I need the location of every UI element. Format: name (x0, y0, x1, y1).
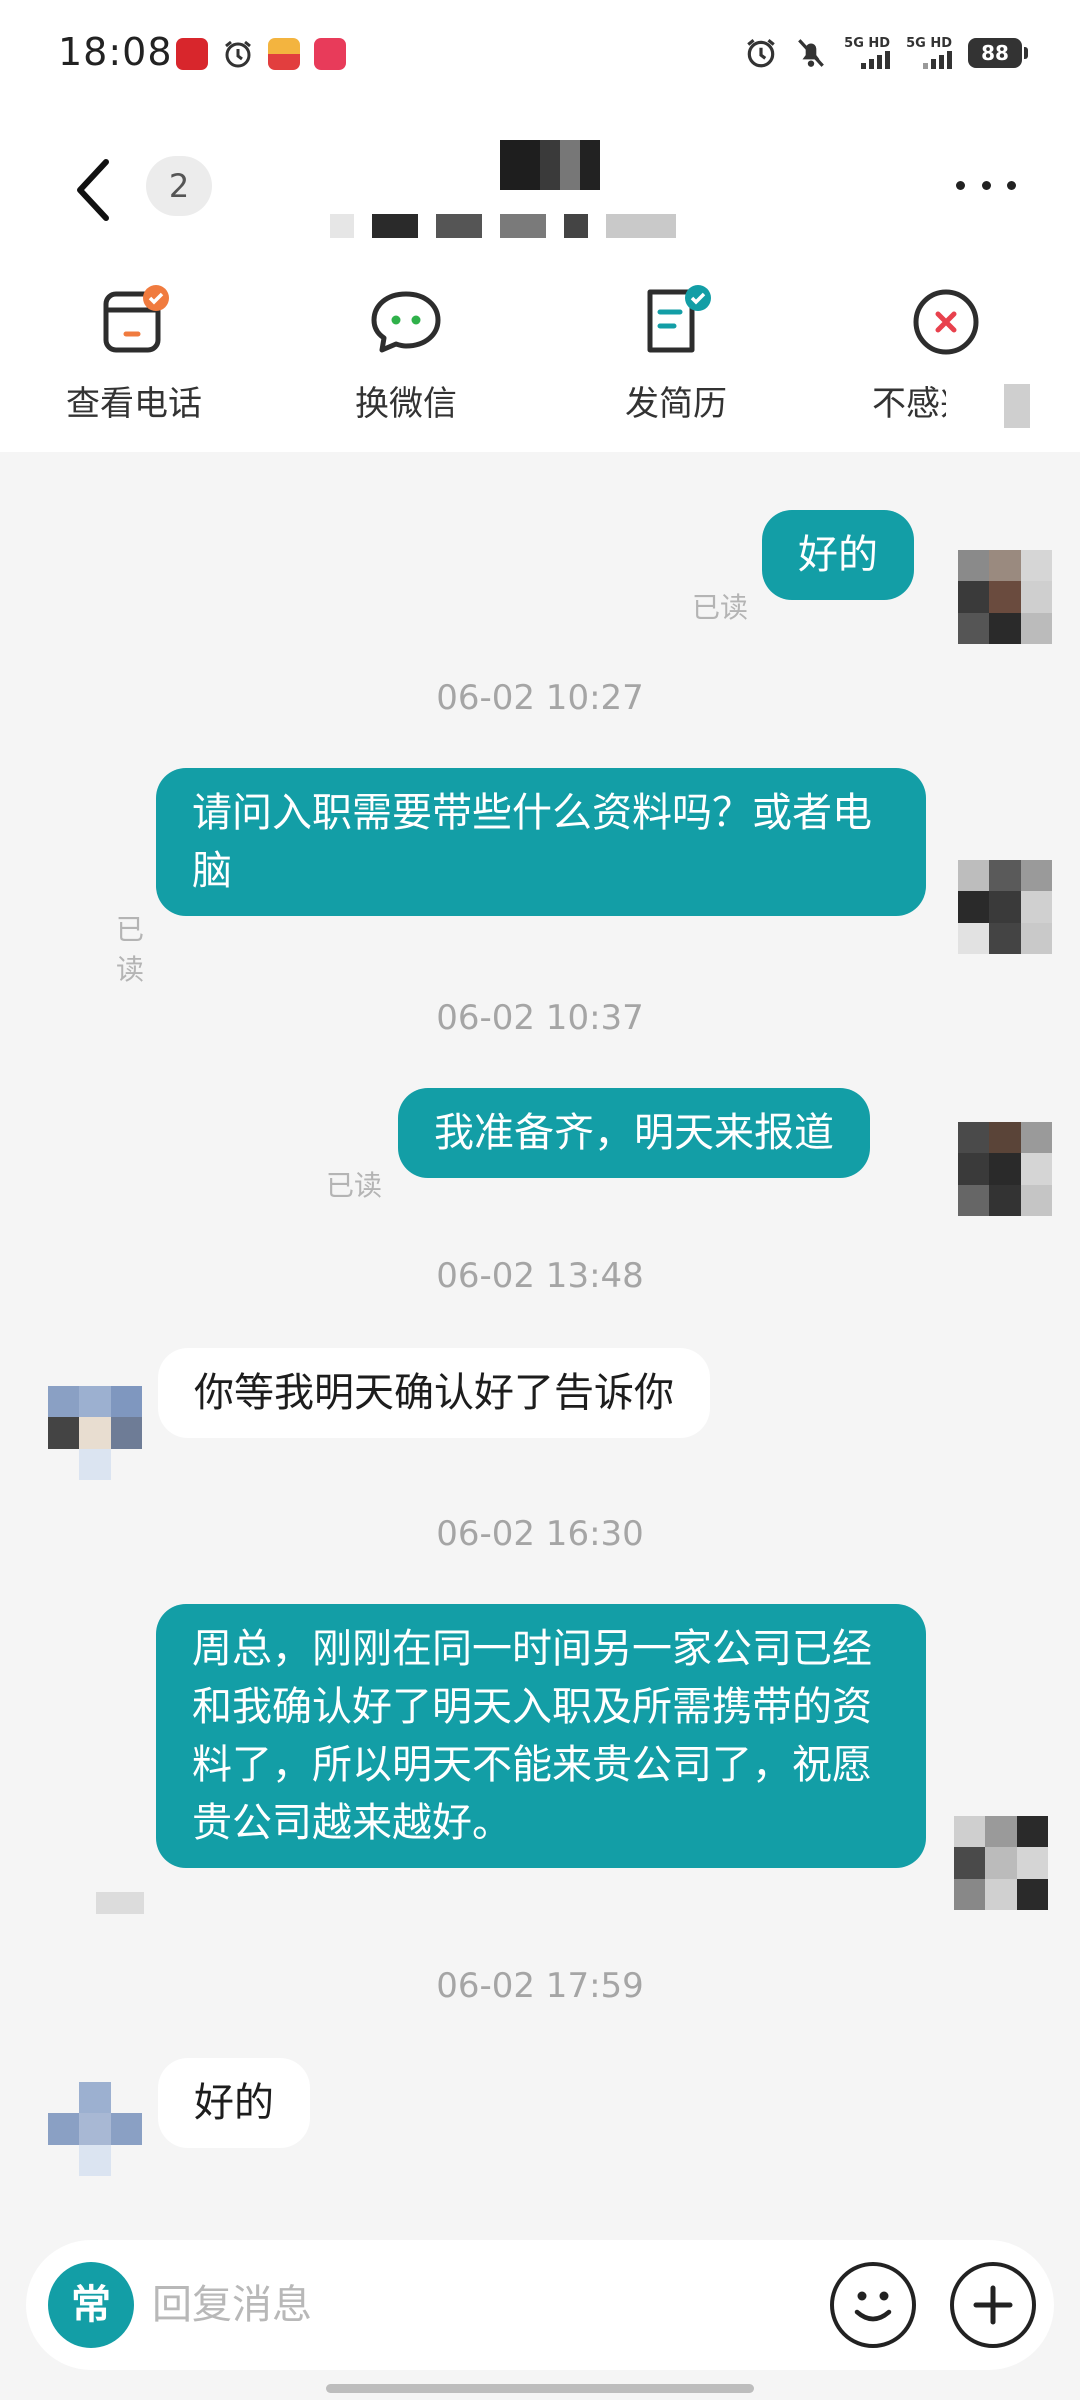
redacted-read-receipt (96, 1892, 144, 1914)
alarm-icon (747, 39, 775, 68)
action-label: 不感兴 (872, 384, 946, 424)
message-bubble-in[interactable]: 好的 (158, 2058, 310, 2148)
home-indicator[interactable] (326, 2384, 754, 2393)
chat-bubble-icon (368, 284, 444, 360)
send-resume-button[interactable]: 发简历 (566, 284, 786, 425)
back-chevron-icon (77, 159, 109, 221)
redacted-block (1004, 384, 1030, 428)
phone-card-icon (96, 284, 172, 360)
app-shop-icon (314, 38, 346, 70)
message-bubble-out[interactable]: 请问入职需要带些什么资料吗？或者电脑 (156, 768, 926, 916)
timestamp: 06-02 16:30 (436, 1514, 644, 1554)
timestamp: 06-02 13:48 (436, 1256, 644, 1296)
system-icons: 5G HD 5G HD 88 (744, 36, 1028, 70)
action-label: 换微信 (355, 384, 457, 424)
exchange-wechat-button[interactable]: 换微信 (296, 284, 516, 425)
read-receipt: 已读 (692, 591, 749, 624)
reply-input[interactable] (152, 2270, 712, 2340)
read-receipt: 已读 (115, 913, 144, 986)
resume-icon (638, 284, 714, 360)
signal-label: 5G HD (844, 36, 891, 51)
message-bubble-out[interactable]: 好的 (762, 510, 914, 600)
message-bubble-out[interactable]: 我准备齐，明天来报道 (398, 1088, 870, 1178)
notification-icons (176, 38, 346, 70)
avatar[interactable] (958, 860, 1052, 954)
action-label: 查看电话 (66, 384, 202, 424)
plus-icon (973, 2285, 1013, 2325)
chat-header: 2 (0, 110, 1080, 260)
message-bubble-in[interactable]: 你等我明天确认好了告诉你 (158, 1348, 710, 1438)
signal-5g-icon: 5G HD (906, 37, 952, 69)
input-bar: 常 (0, 2220, 1080, 2400)
contact-company-redacted (330, 214, 676, 238)
mute-icon (798, 39, 825, 67)
message-bubble-out[interactable]: 周总，刚刚在同一时间另一家公司已经和我确认好了明天入职及所需携带的资料了，所以明… (156, 1604, 926, 1868)
timestamp: 06-02 10:27 (436, 678, 644, 718)
app-red-icon (176, 38, 208, 70)
battery-level: 88 (981, 41, 1009, 65)
app-delivery-icon (268, 38, 300, 70)
input-box: 常 (26, 2240, 1054, 2370)
view-phone-button[interactable]: 查看电话 (24, 284, 244, 425)
close-circle-icon (908, 284, 984, 360)
signal-label: 5G HD (906, 36, 952, 51)
action-bar: 查看电话 换微信 发简历 不感兴 (0, 260, 1080, 452)
emoji-button[interactable] (830, 2262, 916, 2348)
action-label: 发简历 (625, 384, 727, 424)
status-bar: 18:08 5G HD 5G HD 88 (0, 0, 1080, 110)
read-receipt: 已读 (326, 1169, 383, 1202)
emoji-icon (854, 2291, 892, 2322)
unread-count-badge[interactable]: 2 (146, 156, 212, 216)
timestamp (0, 452, 1080, 466)
contact-name-redacted (500, 140, 600, 190)
timestamp: 06-02 10:37 (436, 998, 644, 1038)
plus-button[interactable] (950, 2262, 1036, 2348)
avatar[interactable] (958, 550, 1052, 644)
avatar[interactable] (958, 1122, 1052, 1216)
more-dots-icon[interactable] (956, 170, 1016, 200)
status-time: 18:08 (58, 30, 173, 74)
battery-icon: 88 (968, 38, 1028, 68)
avatar[interactable] (48, 2082, 142, 2176)
alarm-icon (222, 38, 254, 70)
back-button[interactable] (66, 150, 126, 230)
avatar[interactable] (48, 1386, 142, 1480)
quick-phrase-button[interactable]: 常 (48, 2262, 134, 2348)
signal-5g-icon: 5G HD (844, 36, 891, 69)
timestamp: 06-02 17:59 (436, 1966, 644, 2006)
avatar[interactable] (954, 1816, 1048, 1910)
chat-scroll-area[interactable]: 好的 已读 06-02 10:27 请问入职需要带些什么资料吗？或者电脑 已读 … (0, 452, 1080, 2220)
